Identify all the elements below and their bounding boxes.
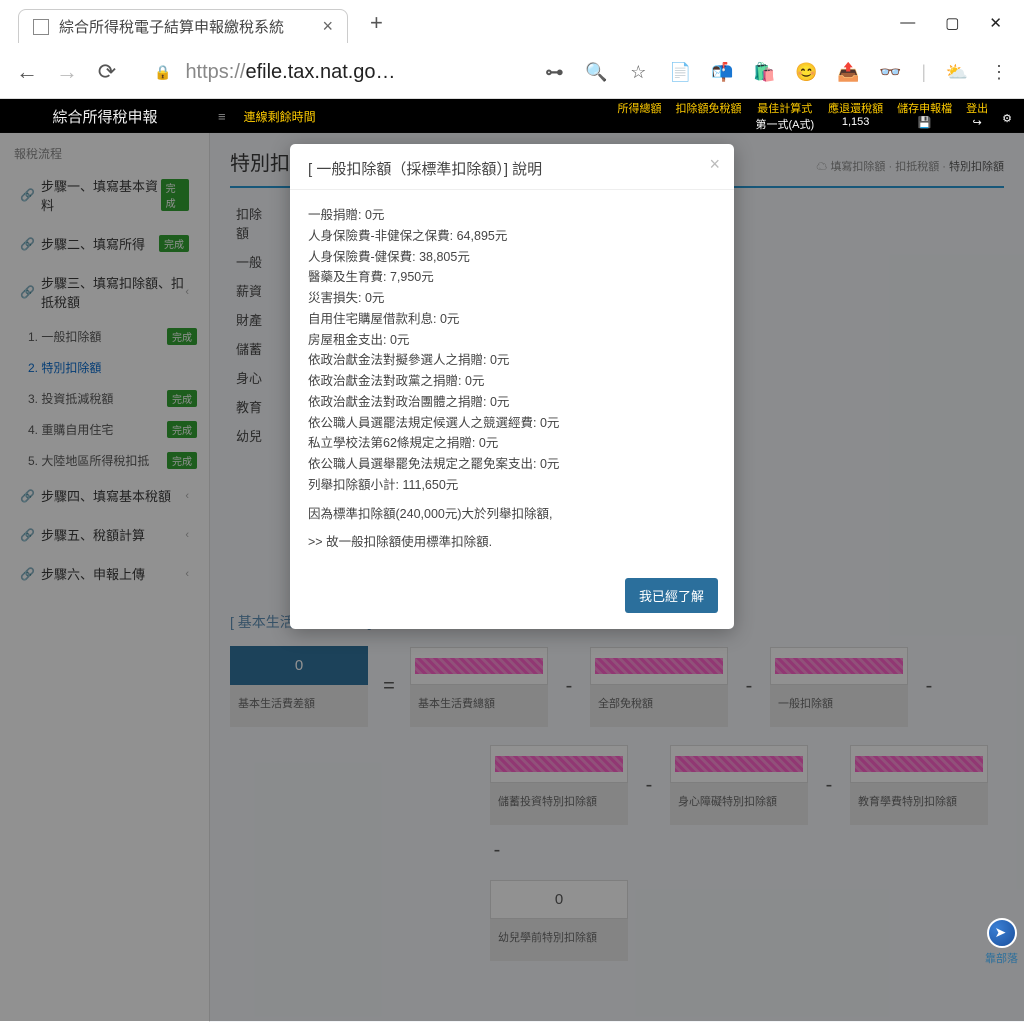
new-tab-button[interactable]: + xyxy=(370,10,383,36)
hdr-save[interactable]: 儲存申報檔💾 xyxy=(893,100,956,129)
modal-footer: 我已經了解 xyxy=(290,568,734,629)
modal-line: 人身保險費-非健保之保費: 64,895元 xyxy=(308,227,716,246)
window-controls: — ▢ ✕ xyxy=(900,14,1024,32)
ext-icon-2[interactable]: 📬 xyxy=(711,61,733,83)
url-field[interactable]: https://efile.tax.nat.go… xyxy=(185,61,395,84)
modal-line: 列舉扣除額小計: 111,650元 xyxy=(308,476,716,495)
forward-icon: → xyxy=(54,59,80,85)
modal-line: 依公職人員選罷法規定候選人之競選經費: 0元 xyxy=(308,414,716,433)
profile-icon[interactable]: ⛅ xyxy=(946,61,968,83)
modal-line: 依政治獻金法對政黨之捐贈: 0元 xyxy=(308,372,716,391)
ext-icon-5[interactable]: 📤 xyxy=(837,61,859,83)
ext-icon-3[interactable]: 🛍️ xyxy=(753,61,775,83)
watermark-text: 靠部落 xyxy=(985,953,1018,965)
modal-line: 醫藥及生育費: 7,950元 xyxy=(308,268,716,287)
browser-chrome: 綜合所得稅電子結算申報繳稅系統 × + — ▢ ✕ ← → ⟳ 🔒 https:… xyxy=(0,0,1024,99)
minimize-icon[interactable]: — xyxy=(900,14,915,32)
modal-line: 依公職人員選舉罷免法規定之罷免案支出: 0元 xyxy=(308,455,716,474)
modal-line: 自用住宅購屋借款利息: 0元 xyxy=(308,310,716,329)
modal-title: [ 一般扣除額（採標準扣除額）] 說明 xyxy=(308,161,542,178)
close-tab-icon[interactable]: × xyxy=(322,16,333,37)
modal-line: 房屋租金支出: 0元 xyxy=(308,331,716,350)
remain-time-label: 連線剩餘時間 xyxy=(244,108,316,125)
title-bar: 綜合所得稅電子結算申報繳稅系統 × + — ▢ ✕ xyxy=(0,0,1024,46)
hdr-best: 最佳計算式第一式(A式) xyxy=(751,100,818,132)
ext-icon-1[interactable]: 📄 xyxy=(669,61,691,83)
modal-note-2: >> 故一般扣除額使用標準扣除額. xyxy=(308,533,716,552)
maximize-icon[interactable]: ▢ xyxy=(945,14,959,32)
modal-line: 災害損失: 0元 xyxy=(308,289,716,308)
modal-header: [ 一般扣除額（採標準扣除額）] 說明 × xyxy=(290,144,734,190)
star-icon[interactable]: ☆ xyxy=(627,61,649,83)
tab-title: 綜合所得稅電子結算申報繳稅系統 xyxy=(59,16,284,37)
modal-close-icon[interactable]: × xyxy=(709,154,720,175)
app-header: 綜合所得稅申報 ≡ 連線剩餘時間 所得總額 扣除額免稅額 最佳計算式第一式(A式… xyxy=(0,99,1024,133)
toolbar-icons: ⊶ 🔍 ☆ 📄 📬 🛍️ 😊 📤 👓 | ⛅ ⋮ xyxy=(543,61,1010,83)
modal-line: 私立學校法第62條規定之捐贈: 0元 xyxy=(308,434,716,453)
hdr-income: 所得總額 xyxy=(613,100,665,116)
close-window-icon[interactable]: ✕ xyxy=(989,14,1002,32)
hamburger-icon[interactable]: ≡ xyxy=(218,109,226,124)
explanation-modal: [ 一般扣除額（採標準扣除額）] 說明 × 一般捐贈: 0元 人身保險費-非健保… xyxy=(290,144,734,629)
modal-body: 一般捐贈: 0元 人身保險費-非健保之保費: 64,895元 人身保險費-健保費… xyxy=(290,190,734,568)
app-title: 綜合所得稅申報 xyxy=(0,106,210,127)
zoom-icon[interactable]: 🔍 xyxy=(585,61,607,83)
hdr-gear-icon[interactable]: ⚙ xyxy=(998,100,1016,125)
modal-note-1: 因為標準扣除額(240,000元)大於列舉扣除額, xyxy=(308,505,716,524)
modal-line: 人身保險費-健保費: 38,805元 xyxy=(308,248,716,267)
hdr-refund: 應退還稅額1,153 xyxy=(824,100,887,128)
separator: | xyxy=(921,62,926,83)
ext-icon-4[interactable]: 😊 xyxy=(795,61,817,83)
back-icon[interactable]: ← xyxy=(14,59,40,85)
key-icon[interactable]: ⊶ xyxy=(543,61,565,83)
reload-icon[interactable]: ⟳ xyxy=(94,59,120,85)
modal-line: 依政治獻金法對擬參選人之捐贈: 0元 xyxy=(308,351,716,370)
page-icon xyxy=(33,19,49,35)
ext-icon-6[interactable]: 👓 xyxy=(879,61,901,83)
modal-line: 依政治獻金法對政治團體之捐贈: 0元 xyxy=(308,393,716,412)
lock-icon: 🔒 xyxy=(154,64,171,81)
watermark-logo-icon xyxy=(987,918,1017,948)
watermark: 靠部落 xyxy=(985,918,1018,966)
browser-tab[interactable]: 綜合所得稅電子結算申報繳稅系統 × xyxy=(18,9,348,43)
modal-ok-button[interactable]: 我已經了解 xyxy=(625,578,718,613)
menu-icon[interactable]: ⋮ xyxy=(988,61,1010,83)
address-bar: ← → ⟳ 🔒 https://efile.tax.nat.go… ⊶ 🔍 ☆ … xyxy=(0,46,1024,98)
hdr-deduct: 扣除額免稅額 xyxy=(671,100,745,116)
hdr-logout[interactable]: 登出↪ xyxy=(962,100,992,129)
modal-line: 一般捐贈: 0元 xyxy=(308,206,716,225)
